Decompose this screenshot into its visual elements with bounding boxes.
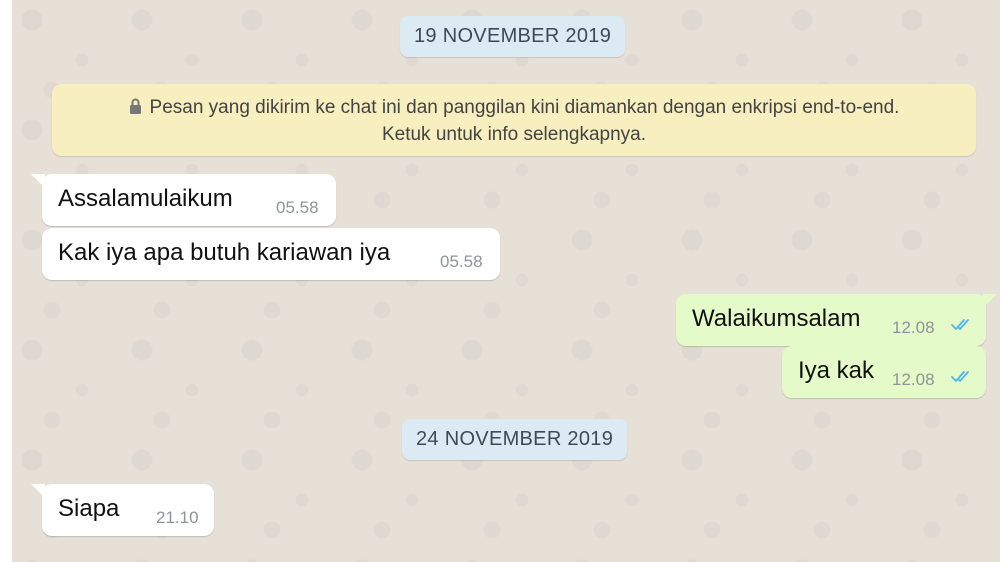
message-text: Siapa xyxy=(58,495,120,522)
message-bubble-incoming[interactable]: Siapa 21.10 xyxy=(31,484,214,536)
encryption-notice-line1: Pesan yang dikirim ke chat ini dan pangg… xyxy=(52,95,976,122)
message-bubble-incoming[interactable]: Assalamulaikum 05.58 xyxy=(31,174,336,226)
message-text: Iya kak xyxy=(798,357,875,384)
double-check-icon xyxy=(950,317,974,336)
message-text: Assalamulaikum xyxy=(58,185,233,212)
message-time: 05.58 xyxy=(276,198,319,217)
message-bubble-outgoing[interactable]: Walaikumsalam 12.08 xyxy=(676,294,997,346)
date-chip: 19 NOVEMBER 2019 xyxy=(400,16,626,57)
message-text: Kak iya apa butuh kariawan iya xyxy=(58,239,391,266)
message-time: 12.08 xyxy=(892,318,935,337)
message-bubble-incoming[interactable]: Kak iya apa butuh kariawan iya 05.58 xyxy=(42,228,500,280)
message-time: 05.58 xyxy=(440,252,483,271)
encryption-notice[interactable]: Pesan yang dikirim ke chat ini dan pangg… xyxy=(52,84,976,156)
lock-icon xyxy=(129,96,142,122)
message-text: Walaikumsalam xyxy=(692,305,861,332)
chat-area[interactable]: 19 NOVEMBER 2019 Pesan yang dikirim ke c… xyxy=(12,0,1000,562)
double-check-icon xyxy=(950,369,974,388)
message-time: 21.10 xyxy=(156,508,199,527)
date-chip: 24 NOVEMBER 2019 xyxy=(402,419,628,460)
message-bubble-outgoing[interactable]: Iya kak 12.08 xyxy=(782,346,986,398)
message-time: 12.08 xyxy=(892,370,935,389)
encryption-notice-line2: Ketuk untuk info selengkapnya. xyxy=(381,124,647,145)
